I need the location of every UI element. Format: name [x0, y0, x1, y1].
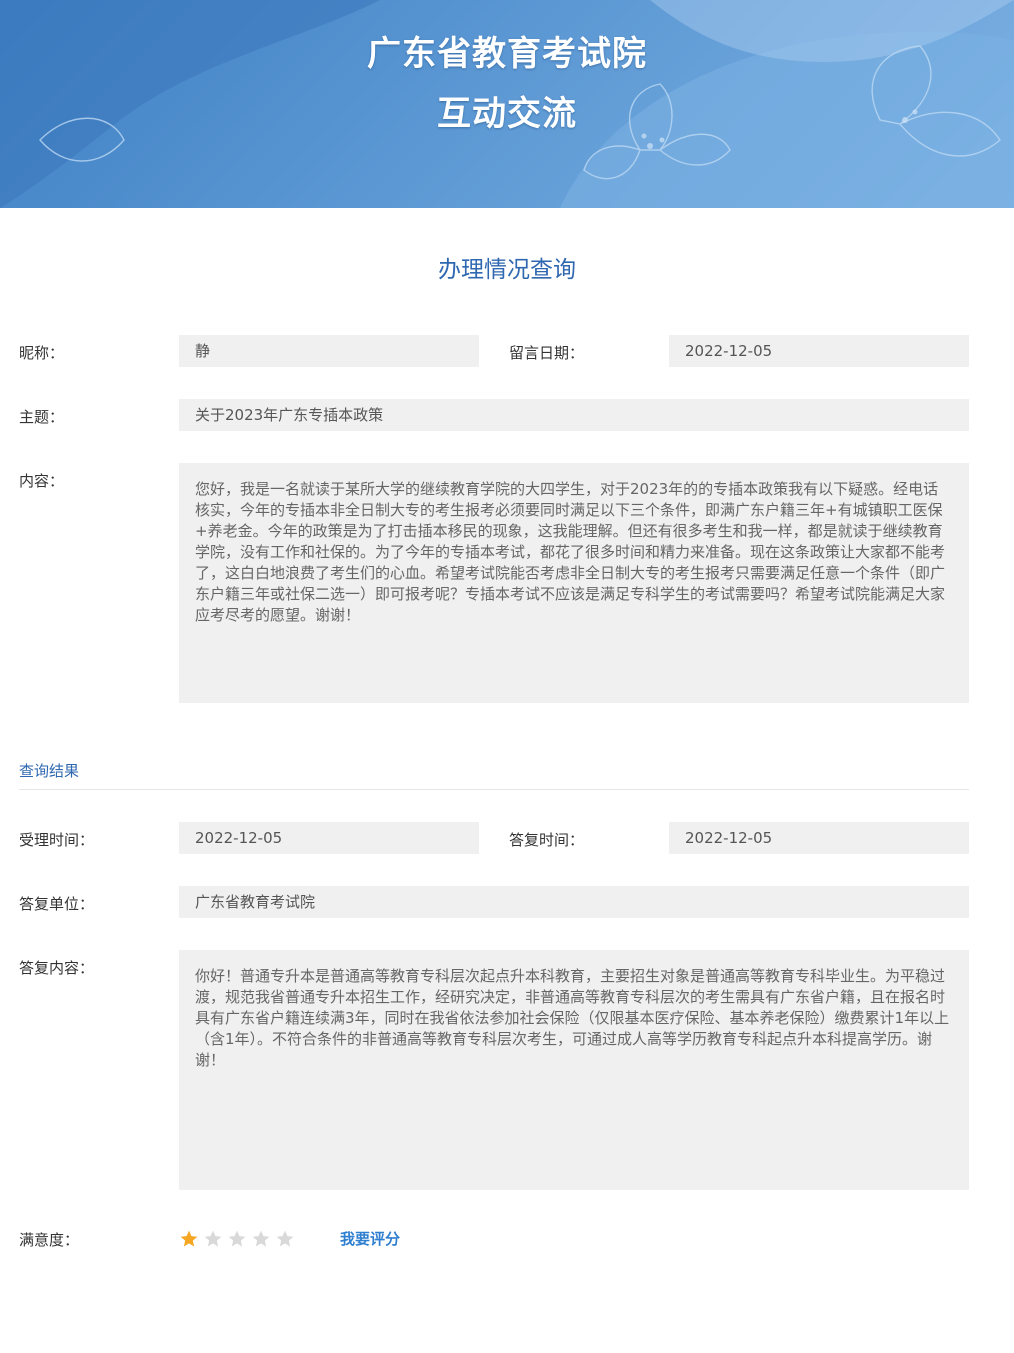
- star-empty-icon[interactable]: [275, 1229, 295, 1249]
- satisfaction-label: 满意度：: [19, 1231, 80, 1249]
- reply-time-field: 2022-12-05: [669, 822, 969, 854]
- divider: [19, 789, 969, 790]
- accept-time-field: 2022-12-05: [179, 822, 479, 854]
- page-title: 办理情况查询: [438, 257, 576, 283]
- star-filled-icon[interactable]: [179, 1229, 199, 1249]
- nickname-field: 静: [179, 335, 479, 367]
- reply-unit-field: 广东省教育考试院: [179, 886, 969, 918]
- site-subtitle: 互动交流: [437, 94, 577, 134]
- star-empty-icon[interactable]: [203, 1229, 223, 1249]
- reply-unit-label: 答复单位：: [19, 895, 95, 913]
- accept-time-label: 受理时间：: [19, 831, 95, 849]
- date-label: 留言日期：: [509, 344, 585, 362]
- reply-content-field: 你好！普通专升本是普通高等教育专科层次起点升本科教育，主要招生对象是普通高等教育…: [179, 950, 969, 1190]
- site-title: 广东省教育考试院: [367, 34, 647, 74]
- content-field: 您好，我是一名就读于某所大学的继续教育学院的大四学生，对于2023年的的专插本政…: [179, 463, 969, 703]
- star-empty-icon[interactable]: [227, 1229, 247, 1249]
- rating-stars: [179, 1229, 295, 1249]
- date-field: 2022-12-05: [669, 335, 969, 367]
- reply-time-label: 答复时间：: [509, 831, 585, 849]
- subject-field: 关于2023年广东专插本政策: [179, 399, 969, 431]
- header-banner: 广东省教育考试院 互动交流: [0, 0, 1014, 208]
- star-empty-icon[interactable]: [251, 1229, 271, 1249]
- content-label: 内容：: [19, 472, 65, 490]
- rate-link[interactable]: 我要评分: [340, 1228, 400, 1249]
- nickname-label: 昵称：: [19, 344, 65, 362]
- reply-content-label: 答复内容：: [19, 959, 95, 977]
- result-heading: 查询结果: [19, 762, 80, 780]
- subject-label: 主题：: [19, 408, 65, 426]
